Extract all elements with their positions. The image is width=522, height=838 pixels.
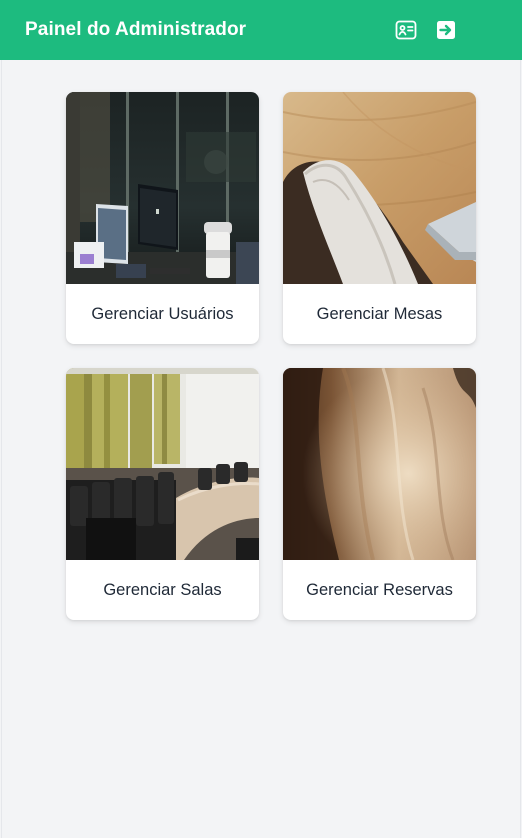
card-label: Gerenciar Reservas — [306, 580, 453, 599]
card-label: Gerenciar Mesas — [316, 304, 443, 323]
id-card-icon[interactable] — [394, 18, 418, 42]
top-bar: Painel do Administrador — [0, 0, 522, 60]
wood-texture-photo — [283, 368, 476, 560]
card-manage-reservations[interactable]: Gerenciar Reservas — [283, 368, 476, 620]
card-label: Gerenciar Salas — [103, 580, 222, 599]
card-manage-desks[interactable]: Gerenciar Mesas — [283, 92, 476, 344]
card-manage-users[interactable]: Gerenciar Usuários — [66, 92, 259, 344]
card-label: Gerenciar Usuários — [91, 304, 234, 323]
office-workspace-photo — [66, 92, 259, 284]
page-title: Painel do Administrador — [25, 19, 247, 40]
conference-room-photo — [66, 368, 259, 560]
card-manage-rooms[interactable]: Gerenciar Salas — [66, 368, 259, 620]
sign-out-icon[interactable] — [434, 18, 458, 42]
wooden-desk-photo — [283, 92, 476, 284]
